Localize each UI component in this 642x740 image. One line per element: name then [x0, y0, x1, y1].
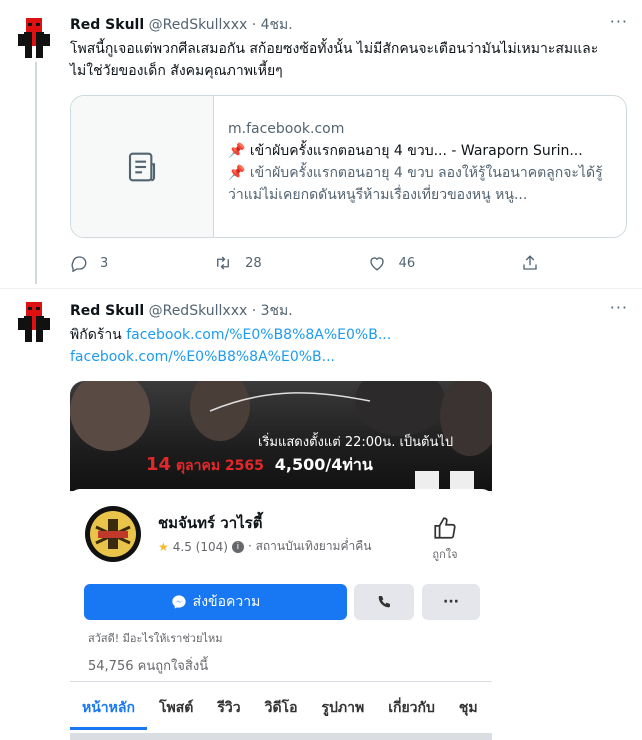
text-prefix: พิกัดร้าน — [70, 327, 127, 343]
send-message-button[interactable]: ส่งข้อความ — [84, 584, 347, 620]
link-card[interactable]: m.facebook.com 📌 เข้าผับครั้งแรกตอนอายุ … — [70, 95, 627, 238]
reply-count: 3 — [100, 255, 109, 271]
avatar[interactable] — [14, 300, 54, 344]
call-button[interactable] — [354, 584, 414, 620]
tab-photos[interactable]: รูปภาพ — [309, 689, 376, 730]
more-icon[interactable]: ··· — [610, 12, 628, 31]
facebook-page-card: ชมจันทร์ วาไรตี้ ★ 4.5 (104) i · สถานบัน… — [70, 489, 492, 740]
card-info: m.facebook.com 📌 เข้าผับครั้งแรกตอนอายุ … — [214, 96, 626, 237]
card-title: 📌 เข้าผับครั้งแรกตอนอายุ 4 ขวบ... - Wara… — [228, 143, 583, 159]
greeting-text: สวัสดี! มีอะไรให้เราช่วยไหม — [88, 632, 223, 645]
card-description: 📌 เข้าผับครั้งแรกตอนอายุ 4 ขวบ ลองให้รู้… — [228, 165, 603, 203]
page-name[interactable]: ชมจันทร์ วาไรตี้ — [158, 511, 262, 535]
more-options-button[interactable]: ··· — [422, 584, 480, 620]
timestamp[interactable]: · 3ชม. — [252, 303, 293, 319]
tweet-photo[interactable]: เริ่มแสดงตั้งแต่ 22:00น. เป็นต้นไป 14 ตุ… — [70, 381, 492, 740]
banner-date: 14 ตุลาคม 2565 4,500/4ท่าน — [146, 453, 373, 478]
display-name[interactable]: Red Skull — [70, 17, 144, 33]
tweet-header: Red Skull @RedSkullxxx · 4ชม. — [70, 14, 293, 36]
tweet-text: พิกัดร้าน facebook.com/%E0%B8%8A%E0%B...… — [70, 324, 630, 368]
retweet-button[interactable]: 28 — [213, 254, 262, 272]
display-name[interactable]: Red Skull — [70, 303, 144, 319]
like-count: 46 — [398, 255, 416, 271]
send-message-label: ส่งข้อความ — [192, 594, 261, 610]
retweet-icon — [217, 256, 230, 270]
banner-price: 4,500/4ท่าน — [274, 455, 373, 474]
handle[interactable]: @RedSkullxxx — [149, 17, 248, 33]
page-like-button[interactable]: ถูกใจ — [432, 515, 458, 563]
tab-bar-bottom — [70, 733, 492, 740]
tweet-actions: 3 28 46 — [70, 254, 540, 272]
avatar[interactable] — [14, 16, 54, 60]
like-icon — [369, 257, 384, 271]
star-icon: ★ — [158, 539, 169, 554]
tab-videos[interactable]: วิดีโอ — [253, 689, 310, 730]
tab-community[interactable]: ชุม — [447, 689, 490, 730]
info-icon[interactable]: i — [231, 540, 244, 553]
messenger-icon — [171, 595, 186, 609]
banner-date-text: ตุลาคม 2565 — [175, 458, 264, 474]
banner-showtime: เริ่มแสดงตั้งแต่ 22:00น. เป็นต้นไป — [258, 435, 454, 450]
phone-icon — [378, 596, 390, 608]
card-thumbnail — [71, 96, 214, 237]
reply-icon — [71, 256, 87, 272]
tab-about[interactable]: เกี่ยวกับ — [376, 689, 447, 730]
link[interactable]: facebook.com/%E0%B8%8A%E0%B... — [70, 349, 335, 365]
event-banner: เริ่มแสดงตั้งแต่ 22:00น. เป็นต้นไป 14 ตุ… — [70, 381, 492, 491]
share-icon — [523, 255, 537, 270]
share-button[interactable] — [520, 254, 540, 272]
thread-line — [35, 62, 37, 284]
like-button[interactable]: 46 — [367, 254, 416, 272]
page-likes-count: 54,756 คนถูกใจสิ่งนี้ — [88, 659, 209, 674]
page-logo — [85, 506, 141, 562]
page-meta: ★ 4.5 (104) i · สถานบันเทิงยามค่ำคืน — [158, 537, 371, 556]
tab-reviews[interactable]: รีวิว — [205, 689, 252, 730]
page-rating: 4.5 (104) — [172, 539, 228, 554]
tweet-header: Red Skull @RedSkullxxx · 3ชม. — [70, 300, 293, 322]
divider — [0, 288, 642, 289]
banner-date-num: 14 — [146, 454, 172, 475]
timestamp[interactable]: · 4ชม. — [252, 17, 293, 33]
tweet-text: โพสนี้กูเจอแต่พวกศีลเสมอกัน สก้อยซงซ้อทั… — [70, 41, 599, 79]
like-label: ถูกใจ — [432, 548, 458, 561]
article-icon — [128, 152, 156, 181]
page-category: · สถานบันเทิงยามค่ำคืน — [247, 539, 372, 553]
divider — [70, 681, 492, 682]
card-domain: m.facebook.com — [228, 121, 345, 137]
page-tabs: หน้าหลัก โพสต์ รีวิว วิดีโอ รูปภาพ เกี่ย… — [70, 689, 492, 730]
handle[interactable]: @RedSkullxxx — [149, 303, 248, 319]
reply-button[interactable]: 3 — [70, 254, 108, 272]
link[interactable]: facebook.com/%E0%B8%8A%E0%B... — [126, 327, 391, 343]
thumbs-up-icon — [434, 517, 456, 539]
more-icon[interactable]: ··· — [610, 298, 628, 317]
tab-home[interactable]: หน้าหลัก — [70, 689, 147, 730]
retweet-count: 28 — [245, 255, 262, 271]
tab-posts[interactable]: โพสต์ — [147, 689, 205, 730]
